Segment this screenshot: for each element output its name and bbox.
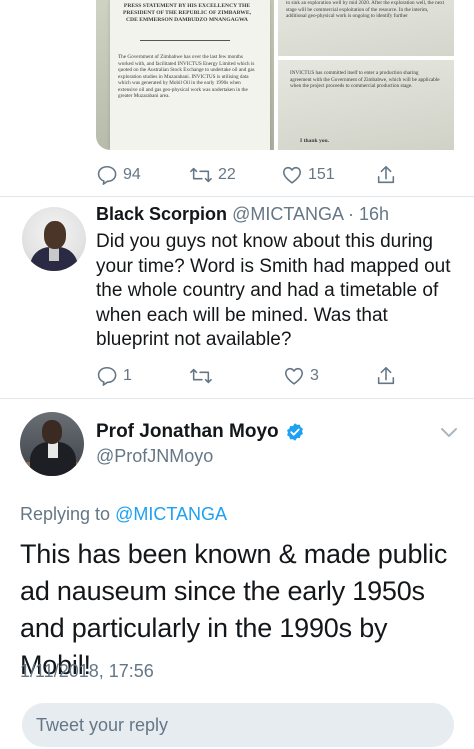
share-button[interactable] [375,164,397,186]
replying-to: Replying to @MICTANGA [20,504,227,525]
author-handle[interactable]: @MICTANGA [232,204,343,224]
retweet-icon [190,167,212,183]
reply-button[interactable]: 94 [96,164,189,186]
author-name-row[interactable]: Prof Jonathan Moyo [96,421,305,443]
tweet-action-bar: 94 22 151 [96,163,397,187]
heart-icon [284,367,304,385]
document-rule [140,40,230,41]
document-body: to sink an exploration well by mid 2020.… [286,0,445,19]
reply-input[interactable] [22,703,454,747]
chevron-down-icon[interactable] [440,427,458,439]
retweet-icon [190,368,212,384]
replying-to-label: Replying to [20,504,116,524]
press-statement-image[interactable]: PRESS STATEMENT BY HIS EXCELLENCY THE PR… [96,0,274,150]
divider [0,398,474,399]
like-button[interactable]: 3 [283,365,375,387]
author-name[interactable]: Black Scorpion [96,204,227,224]
reply-tweet-action-bar: 1 3 [96,364,397,388]
tweet-media[interactable]: PRESS STATEMENT BY HIS EXCELLENCY THE PR… [96,0,454,150]
reply-count: 1 [123,367,132,384]
reply-tweet-header: Black Scorpion @MICTANGA · 16h [96,204,389,225]
reply-icon [97,366,117,386]
mention-link[interactable]: @MICTANGA [115,504,227,524]
retweet-count: 22 [218,166,236,183]
author-handle[interactable]: @ProfJNMoyo [96,446,213,467]
retweet-button[interactable]: 22 [189,164,281,186]
retweet-button[interactable] [189,365,283,387]
reply-count: 94 [123,166,141,183]
like-count: 3 [310,367,319,384]
like-button[interactable]: 151 [281,164,375,186]
author-name: Prof Jonathan Moyo [96,421,279,442]
document-closing: I thank you. [300,138,330,144]
tweet-timestamp[interactable]: 1/11/2018, 17:56 [20,661,154,682]
share-icon [377,366,395,385]
heart-icon [282,166,302,184]
share-button[interactable] [375,365,397,387]
divider [0,196,474,197]
reply-icon [97,165,117,185]
verified-badge-icon [286,423,303,441]
reply-button[interactable]: 1 [96,365,189,387]
avatar[interactable] [22,207,86,271]
share-icon [377,165,395,184]
like-count: 151 [308,166,335,183]
reply-tweet-text: Did you guys not know about this during … [96,231,451,350]
statement-closing-image[interactable]: INVICTUS has committed itself to enter a… [278,60,454,150]
tweet-time: · 16h [348,204,390,224]
document-body: The Government of Zimbabwe has over the … [118,54,255,99]
document-body: INVICTUS has committed itself to enter a… [290,70,440,89]
statement-page-image[interactable]: to sink an exploration well by mid 2020.… [278,0,454,56]
document-heading: PRESS STATEMENT BY HIS EXCELLENCY THE PR… [122,3,252,23]
avatar[interactable] [20,412,84,476]
media-right-column: to sink an exploration well by mid 2020.… [278,0,454,150]
reply-composer[interactable] [22,703,454,747]
